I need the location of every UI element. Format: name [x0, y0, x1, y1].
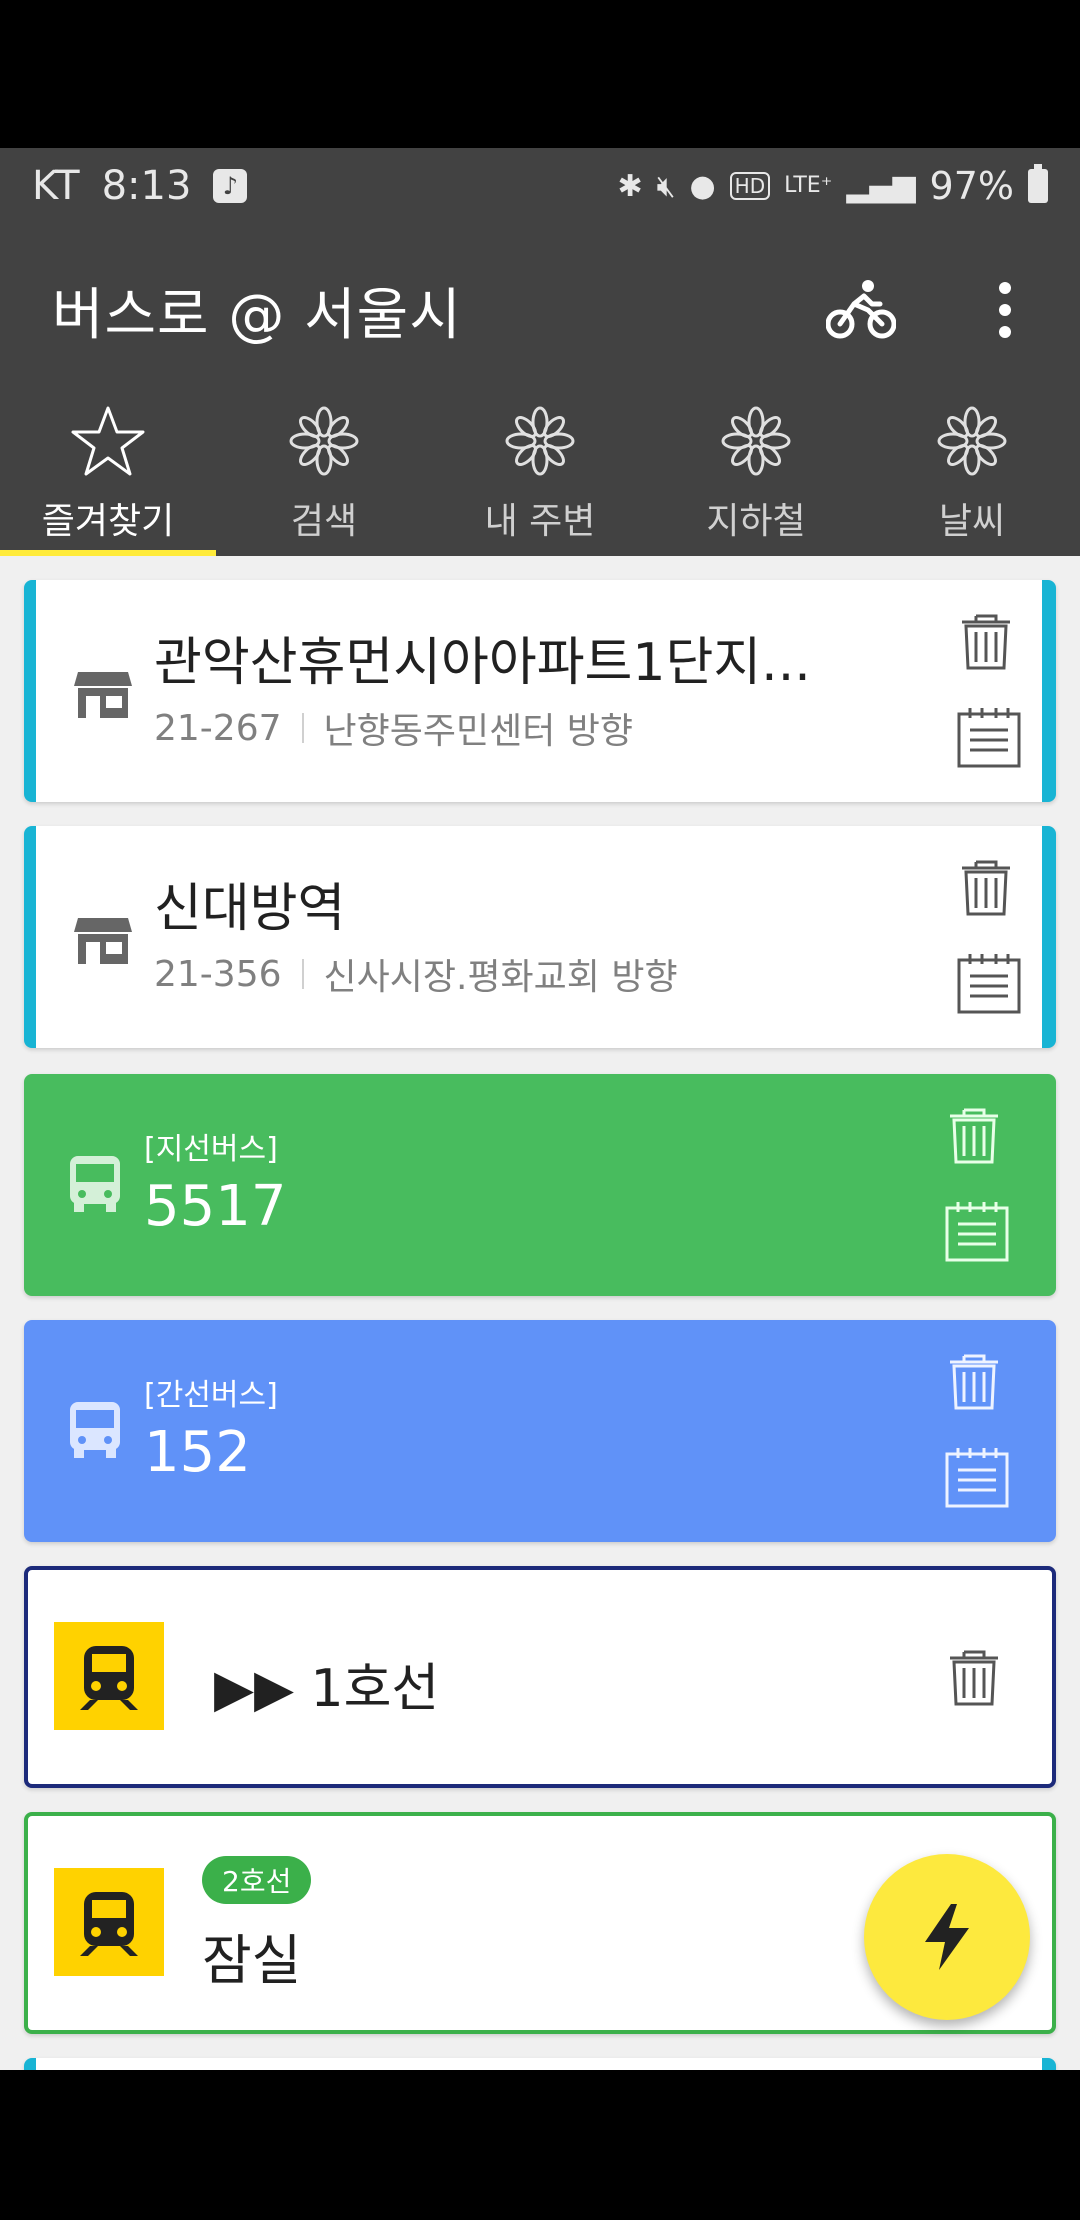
lte-icon: LTE⁺	[784, 173, 833, 198]
tab-label: 지하철	[706, 501, 806, 542]
favorites-list[interactable]: 관악산휴먼시아아파트1단지... 21-267 난향동주민센터 방향 신대방역 …	[0, 556, 1080, 2070]
app-title: 버스로 @ 서울시	[52, 283, 462, 348]
music-icon: ♪	[213, 169, 248, 203]
station-name: 잠실	[202, 1929, 302, 1992]
stop-info: 21-267 난향동주민센터 방향	[154, 702, 633, 754]
stop-name: 신대방역	[154, 879, 346, 939]
favorite-stop-card[interactable]: 관악산휴먼시아아파트1단지... 21-267 난향동주민센터 방향	[24, 580, 1056, 802]
carrier: KT	[32, 163, 80, 209]
delete-icon[interactable]	[958, 856, 1014, 916]
delete-icon[interactable]	[958, 610, 1014, 670]
tab-bar: 즐겨찾기 검색 내 주변 지하철 날씨	[0, 394, 1080, 556]
divider	[301, 713, 304, 743]
delete-icon[interactable]	[946, 1104, 1002, 1164]
line-badge: 2호선	[202, 1856, 312, 1904]
favorite-stop-card[interactable]: 신대방역 21-356 신사시장.평화교회 방향	[24, 826, 1056, 1048]
bluetooth-icon: ✱	[617, 168, 643, 204]
bus-icon	[70, 1156, 120, 1212]
tab-favorites[interactable]: 즐겨찾기	[0, 394, 216, 556]
stop-name: 관악산휴먼시아아파트1단지...	[154, 633, 811, 693]
favorite-bus-card[interactable]: [간선버스] 152	[24, 1320, 1056, 1542]
tab-label: 날씨	[938, 501, 1006, 542]
clock: 8:13	[101, 163, 192, 209]
bus-number: 5517	[144, 1174, 287, 1239]
delete-icon[interactable]	[946, 1350, 1002, 1410]
favorite-stop-card[interactable]	[24, 2058, 1056, 2070]
quick-action-button[interactable]	[864, 1854, 1030, 2020]
status-bar: KT 8:13 ♪ ✱ 🔇︎ ● HD LTE⁺ ▂▄▆ 97%	[0, 148, 1080, 224]
bus-stop-icon	[74, 672, 132, 718]
loading-icon	[721, 406, 791, 476]
tab-label: 검색	[290, 501, 358, 542]
hd-voice-icon: HD	[729, 172, 771, 200]
tab-nearby[interactable]: 내 주변	[432, 394, 648, 556]
bus-type: [지선버스]	[144, 1132, 278, 1167]
bus-stop-icon	[74, 918, 132, 964]
stop-info: 21-356 신사시장.평화교회 방향	[154, 948, 678, 1000]
memo-icon[interactable]	[956, 706, 1022, 768]
lightning-icon	[925, 1904, 969, 1970]
memo-icon[interactable]	[944, 1200, 1010, 1262]
bus-number: 152	[144, 1420, 251, 1485]
signal-icon: ▂▄▆	[846, 168, 916, 204]
battery-icon	[1028, 164, 1048, 203]
stop-code: 21-267	[154, 707, 282, 749]
screen: KT 8:13 ♪ ✱ 🔇︎ ● HD LTE⁺ ▂▄▆ 97% 버스로 @ 서…	[0, 0, 1080, 2220]
divider	[301, 959, 304, 989]
tab-weather[interactable]: 날씨	[864, 394, 1080, 556]
bus-type: [간선버스]	[144, 1378, 278, 1413]
favorite-subway-line-card[interactable]: ▶▶ 1호선	[24, 1566, 1056, 1788]
stop-code: 21-356	[154, 953, 282, 995]
subway-line-label: ▶▶ 1호선	[214, 1659, 440, 1719]
star-icon	[71, 406, 145, 476]
location-icon: ●	[689, 168, 716, 204]
tab-subway[interactable]: 지하철	[648, 394, 864, 556]
stop-direction: 신사시장.평화교회 방향	[323, 957, 678, 998]
more-vert-icon[interactable]	[990, 280, 1020, 340]
bicycle-icon[interactable]	[826, 278, 896, 342]
loading-icon	[937, 406, 1007, 476]
tab-label: 즐겨찾기	[41, 501, 175, 542]
delete-icon[interactable]	[946, 1646, 1002, 1706]
subway-icon	[54, 1868, 164, 1976]
subway-icon	[54, 1622, 164, 1730]
memo-icon[interactable]	[944, 1446, 1010, 1508]
bus-icon	[70, 1402, 120, 1458]
app-bar: 버스로 @ 서울시	[0, 224, 1080, 394]
battery-percent: 97%	[929, 164, 1014, 208]
vibrate-icon: 🔇︎	[656, 168, 676, 204]
tab-label: 내 주변	[484, 501, 596, 542]
tab-search[interactable]: 검색	[216, 394, 432, 556]
stop-direction: 난향동주민센터 방향	[323, 711, 634, 752]
loading-icon	[289, 406, 359, 476]
loading-icon	[505, 406, 575, 476]
favorite-bus-card[interactable]: [지선버스] 5517	[24, 1074, 1056, 1296]
memo-icon[interactable]	[956, 952, 1022, 1014]
